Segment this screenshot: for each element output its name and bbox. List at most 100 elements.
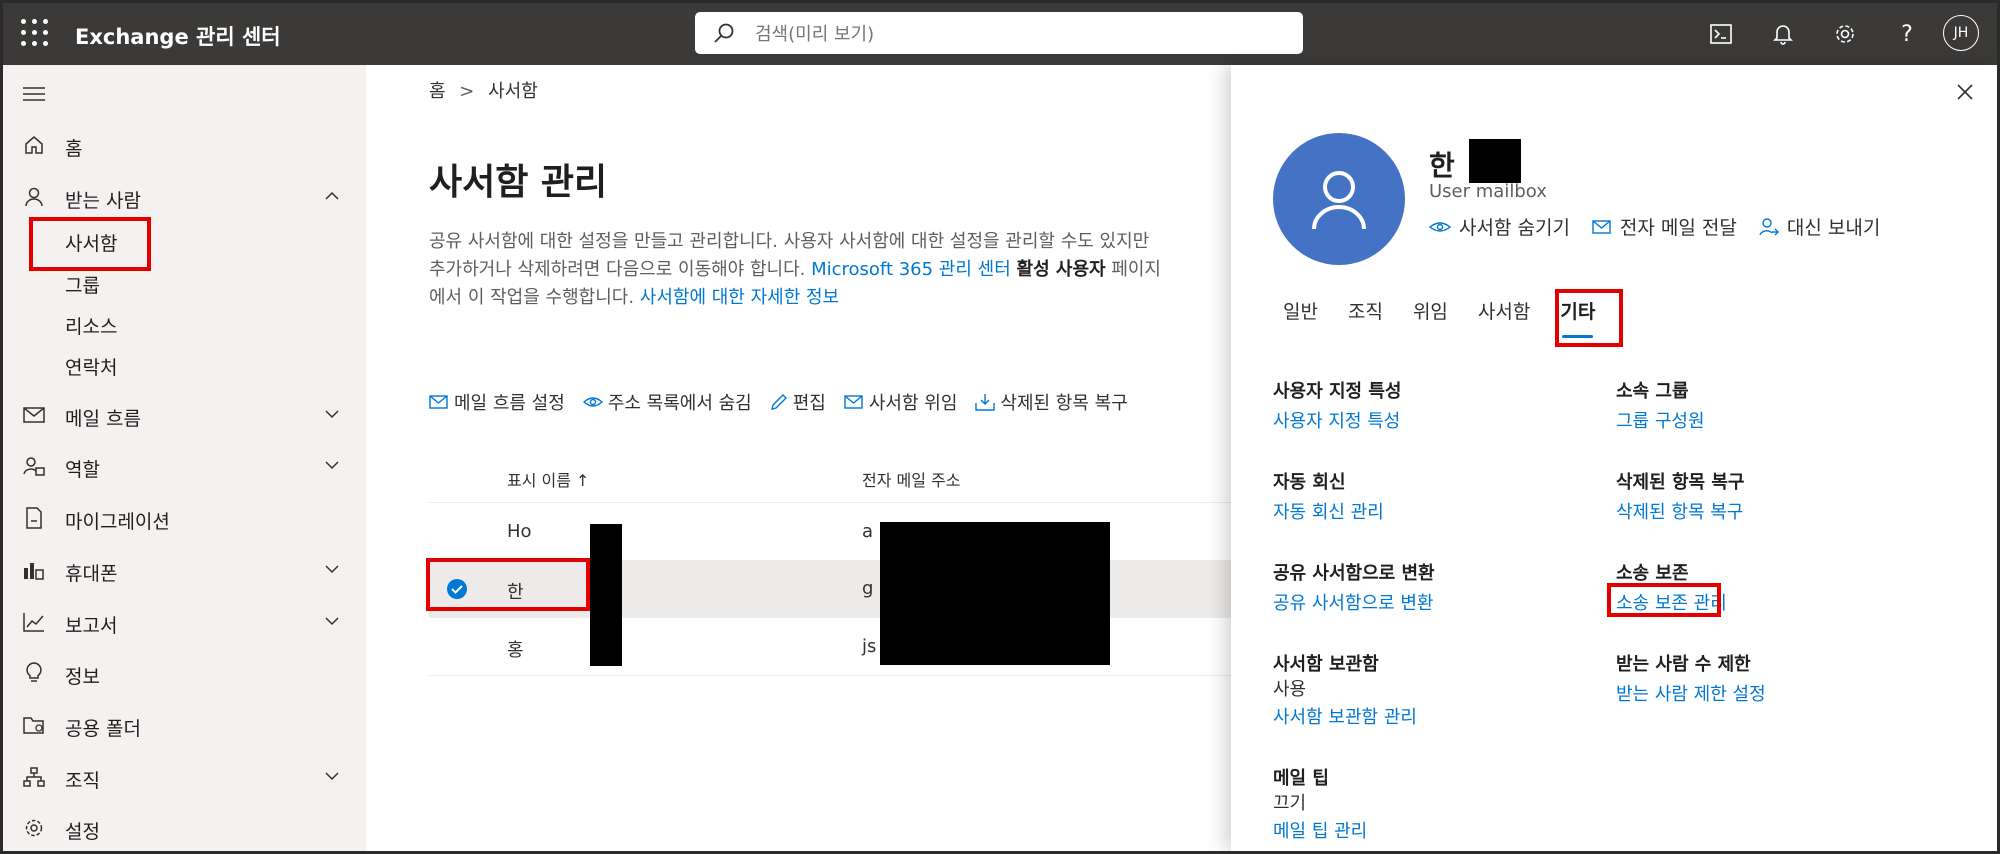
mail-flow-settings-button[interactable]: 메일 흐름 설정 bbox=[429, 385, 565, 419]
mailbox-type: User mailbox bbox=[1429, 181, 1547, 202]
nav-roles[interactable]: 역할 bbox=[3, 446, 366, 486]
app-launcher-icon[interactable] bbox=[21, 19, 49, 47]
action-label: 대신 보내기 bbox=[1786, 217, 1881, 239]
table-row[interactable]: Ho a bbox=[429, 502, 1231, 561]
command-bar: 메일 흐름 설정 주소 목록에서 숨김 편집 사서함 위임 삭제된 항목 복구 bbox=[429, 385, 1128, 419]
mail-settings-icon bbox=[429, 395, 448, 409]
column-header-email[interactable]: 전자 메일 주소 bbox=[862, 467, 961, 491]
nav-reports[interactable]: 보고서 bbox=[3, 602, 366, 642]
checkmark-circle-icon[interactable] bbox=[446, 578, 468, 600]
button-label: 메일 흐름 설정 bbox=[454, 393, 565, 414]
row-display-name: 한 bbox=[507, 582, 524, 603]
chevron-down-icon bbox=[325, 565, 339, 574]
mailbox-delegation-button[interactable]: 사서함 위임 bbox=[844, 385, 958, 419]
desc-line-1: 공유 사서함에 대한 설정을 만들고 관리합니다. 사용자 사서함에 대한 설정… bbox=[429, 231, 1150, 252]
tab-general[interactable]: 일반 bbox=[1283, 297, 1318, 324]
column-header-display-name[interactable]: 표시 이름 ↑ bbox=[507, 467, 589, 491]
nav-label: 보고서 bbox=[65, 615, 118, 637]
breadcrumb-current: 사서함 bbox=[488, 81, 538, 102]
row-email: a bbox=[862, 521, 874, 542]
mailbox-details-panel: 한 User mailbox 사서함 숨기기 전자 메일 전달 대신 보내기 일… bbox=[1231, 65, 1997, 851]
breadcrumb-home[interactable]: 홈 bbox=[429, 81, 446, 102]
email-forwarding-button[interactable]: 전자 메일 전달 bbox=[1592, 213, 1737, 240]
convert-to-shared-link[interactable]: 공유 사서함으로 변환 bbox=[1273, 589, 1433, 615]
section-title-recipient-limit: 받는 사람 수 제한 bbox=[1616, 654, 1751, 675]
manage-archive-link[interactable]: 사서함 보관함 관리 bbox=[1273, 703, 1417, 729]
page-title: 사서함 관리 bbox=[429, 162, 608, 203]
migration-icon bbox=[23, 507, 45, 529]
hide-from-address-list-button[interactable]: 주소 목록에서 숨김 bbox=[582, 385, 752, 419]
archive-status: 사용 bbox=[1273, 679, 1307, 700]
redaction-bar bbox=[1468, 139, 1521, 183]
gear-icon[interactable] bbox=[1830, 19, 1860, 49]
recover-deleted-items-button[interactable]: 삭제된 항목 복구 bbox=[975, 385, 1128, 419]
send-on-behalf-button[interactable]: 대신 보내기 bbox=[1759, 213, 1880, 240]
chart-icon bbox=[23, 611, 45, 633]
close-icon[interactable] bbox=[1956, 83, 1974, 101]
app-title[interactable]: Exchange 관리 센터 bbox=[75, 21, 281, 51]
nav-sub-resources[interactable]: 리소스 bbox=[65, 312, 117, 339]
custom-attributes-link[interactable]: 사용자 지정 특성 bbox=[1273, 407, 1400, 433]
button-label: 사서함 위임 bbox=[868, 393, 958, 414]
left-navigation: 홈 받는 사람 사서함 그룹 리소스 연락처 메일 흐름 역할 마이그레이션 휴… bbox=[3, 65, 366, 851]
nav-mail-flow[interactable]: 메일 흐름 bbox=[3, 395, 366, 435]
nav-organization[interactable]: 조직 bbox=[3, 757, 366, 797]
panel-tabs: 일반 조직 위임 사서함 기타 bbox=[1283, 297, 1595, 338]
m365-admin-link[interactable]: Microsoft 365 관리 센터 bbox=[811, 259, 1011, 280]
main-content: 홈 > 사서함 사서함 관리 공유 사서함에 대한 설정을 만들고 관리합니다.… bbox=[366, 65, 1231, 851]
nav-sub-contacts[interactable]: 연락처 bbox=[65, 353, 117, 380]
redaction-bar bbox=[590, 524, 622, 666]
recover-deleted-items-link[interactable]: 삭제된 항목 복구 bbox=[1616, 498, 1743, 524]
search-input[interactable] bbox=[753, 19, 1277, 49]
nav-home[interactable]: 홈 bbox=[3, 125, 366, 165]
nav-migration[interactable]: 마이그레이션 bbox=[3, 498, 366, 538]
gear-icon bbox=[23, 817, 45, 839]
manage-auto-reply-link[interactable]: 자동 회신 관리 bbox=[1273, 498, 1384, 524]
nav-label: 조직 bbox=[65, 770, 100, 792]
breadcrumb-separator: > bbox=[459, 81, 475, 102]
table-row-selected[interactable]: 한 g bbox=[429, 560, 1231, 618]
section-title-auto-reply: 자동 회신 bbox=[1273, 472, 1346, 493]
folder-icon bbox=[23, 714, 45, 736]
tab-others[interactable]: 기타 bbox=[1560, 297, 1595, 338]
group-members-link[interactable]: 그룹 구성원 bbox=[1616, 407, 1705, 433]
action-label: 사서함 숨기기 bbox=[1459, 217, 1570, 239]
learn-more-link[interactable]: 사서함에 대한 자세한 정보 bbox=[640, 287, 839, 308]
panel-actions: 사서함 숨기기 전자 메일 전달 대신 보내기 bbox=[1429, 213, 1880, 240]
nav-recipients[interactable]: 받는 사람 bbox=[3, 177, 366, 217]
nav-insights[interactable]: 정보 bbox=[3, 653, 366, 693]
hide-mailbox-button[interactable]: 사서함 숨기기 bbox=[1429, 213, 1570, 240]
mailbox-avatar bbox=[1273, 133, 1405, 265]
nav-mobile[interactable]: 휴대폰 bbox=[3, 550, 366, 590]
desc-text: 페이지 bbox=[1105, 259, 1161, 280]
chevron-down-icon bbox=[325, 461, 339, 470]
table-row[interactable]: 홍 js bbox=[429, 618, 1231, 676]
button-label: 삭제된 항목 복구 bbox=[1000, 393, 1128, 414]
name-text: 한 bbox=[1429, 149, 1455, 182]
search-box[interactable] bbox=[695, 12, 1303, 54]
tab-mailbox[interactable]: 사서함 bbox=[1478, 297, 1530, 324]
manage-litigation-hold-link[interactable]: 소송 보존 관리 bbox=[1616, 589, 1727, 615]
mailbox-name: 한 bbox=[1429, 139, 1521, 184]
active-users-text: 활성 사용자 bbox=[1016, 259, 1106, 280]
nav-public-folders[interactable]: 공용 폴더 bbox=[3, 705, 366, 745]
roles-icon bbox=[23, 455, 45, 477]
help-icon[interactable]: ? bbox=[1892, 19, 1922, 49]
action-label: 전자 메일 전달 bbox=[1619, 217, 1737, 239]
nav-settings[interactable]: 설정 bbox=[3, 808, 366, 848]
nav-sub-mailboxes[interactable]: 사서함 bbox=[65, 229, 117, 256]
tab-delegation[interactable]: 위임 bbox=[1413, 297, 1448, 324]
search-icon bbox=[714, 23, 734, 43]
chevron-down-icon bbox=[325, 772, 339, 781]
tab-organization[interactable]: 조직 bbox=[1348, 297, 1383, 324]
nav-label: 마이그레이션 bbox=[65, 511, 170, 533]
manage-mailtips-link[interactable]: 메일 팁 관리 bbox=[1273, 817, 1367, 843]
edit-button[interactable]: 편집 bbox=[770, 385, 826, 419]
recipient-limit-settings-link[interactable]: 받는 사람 제한 설정 bbox=[1616, 680, 1766, 706]
bell-icon[interactable] bbox=[1768, 19, 1798, 49]
mail-forward-icon bbox=[844, 395, 863, 409]
nav-sub-groups[interactable]: 그룹 bbox=[65, 271, 100, 298]
user-avatar[interactable]: JH bbox=[1943, 15, 1979, 51]
terminal-icon[interactable] bbox=[1706, 19, 1736, 49]
hamburger-menu-icon[interactable] bbox=[23, 85, 45, 103]
